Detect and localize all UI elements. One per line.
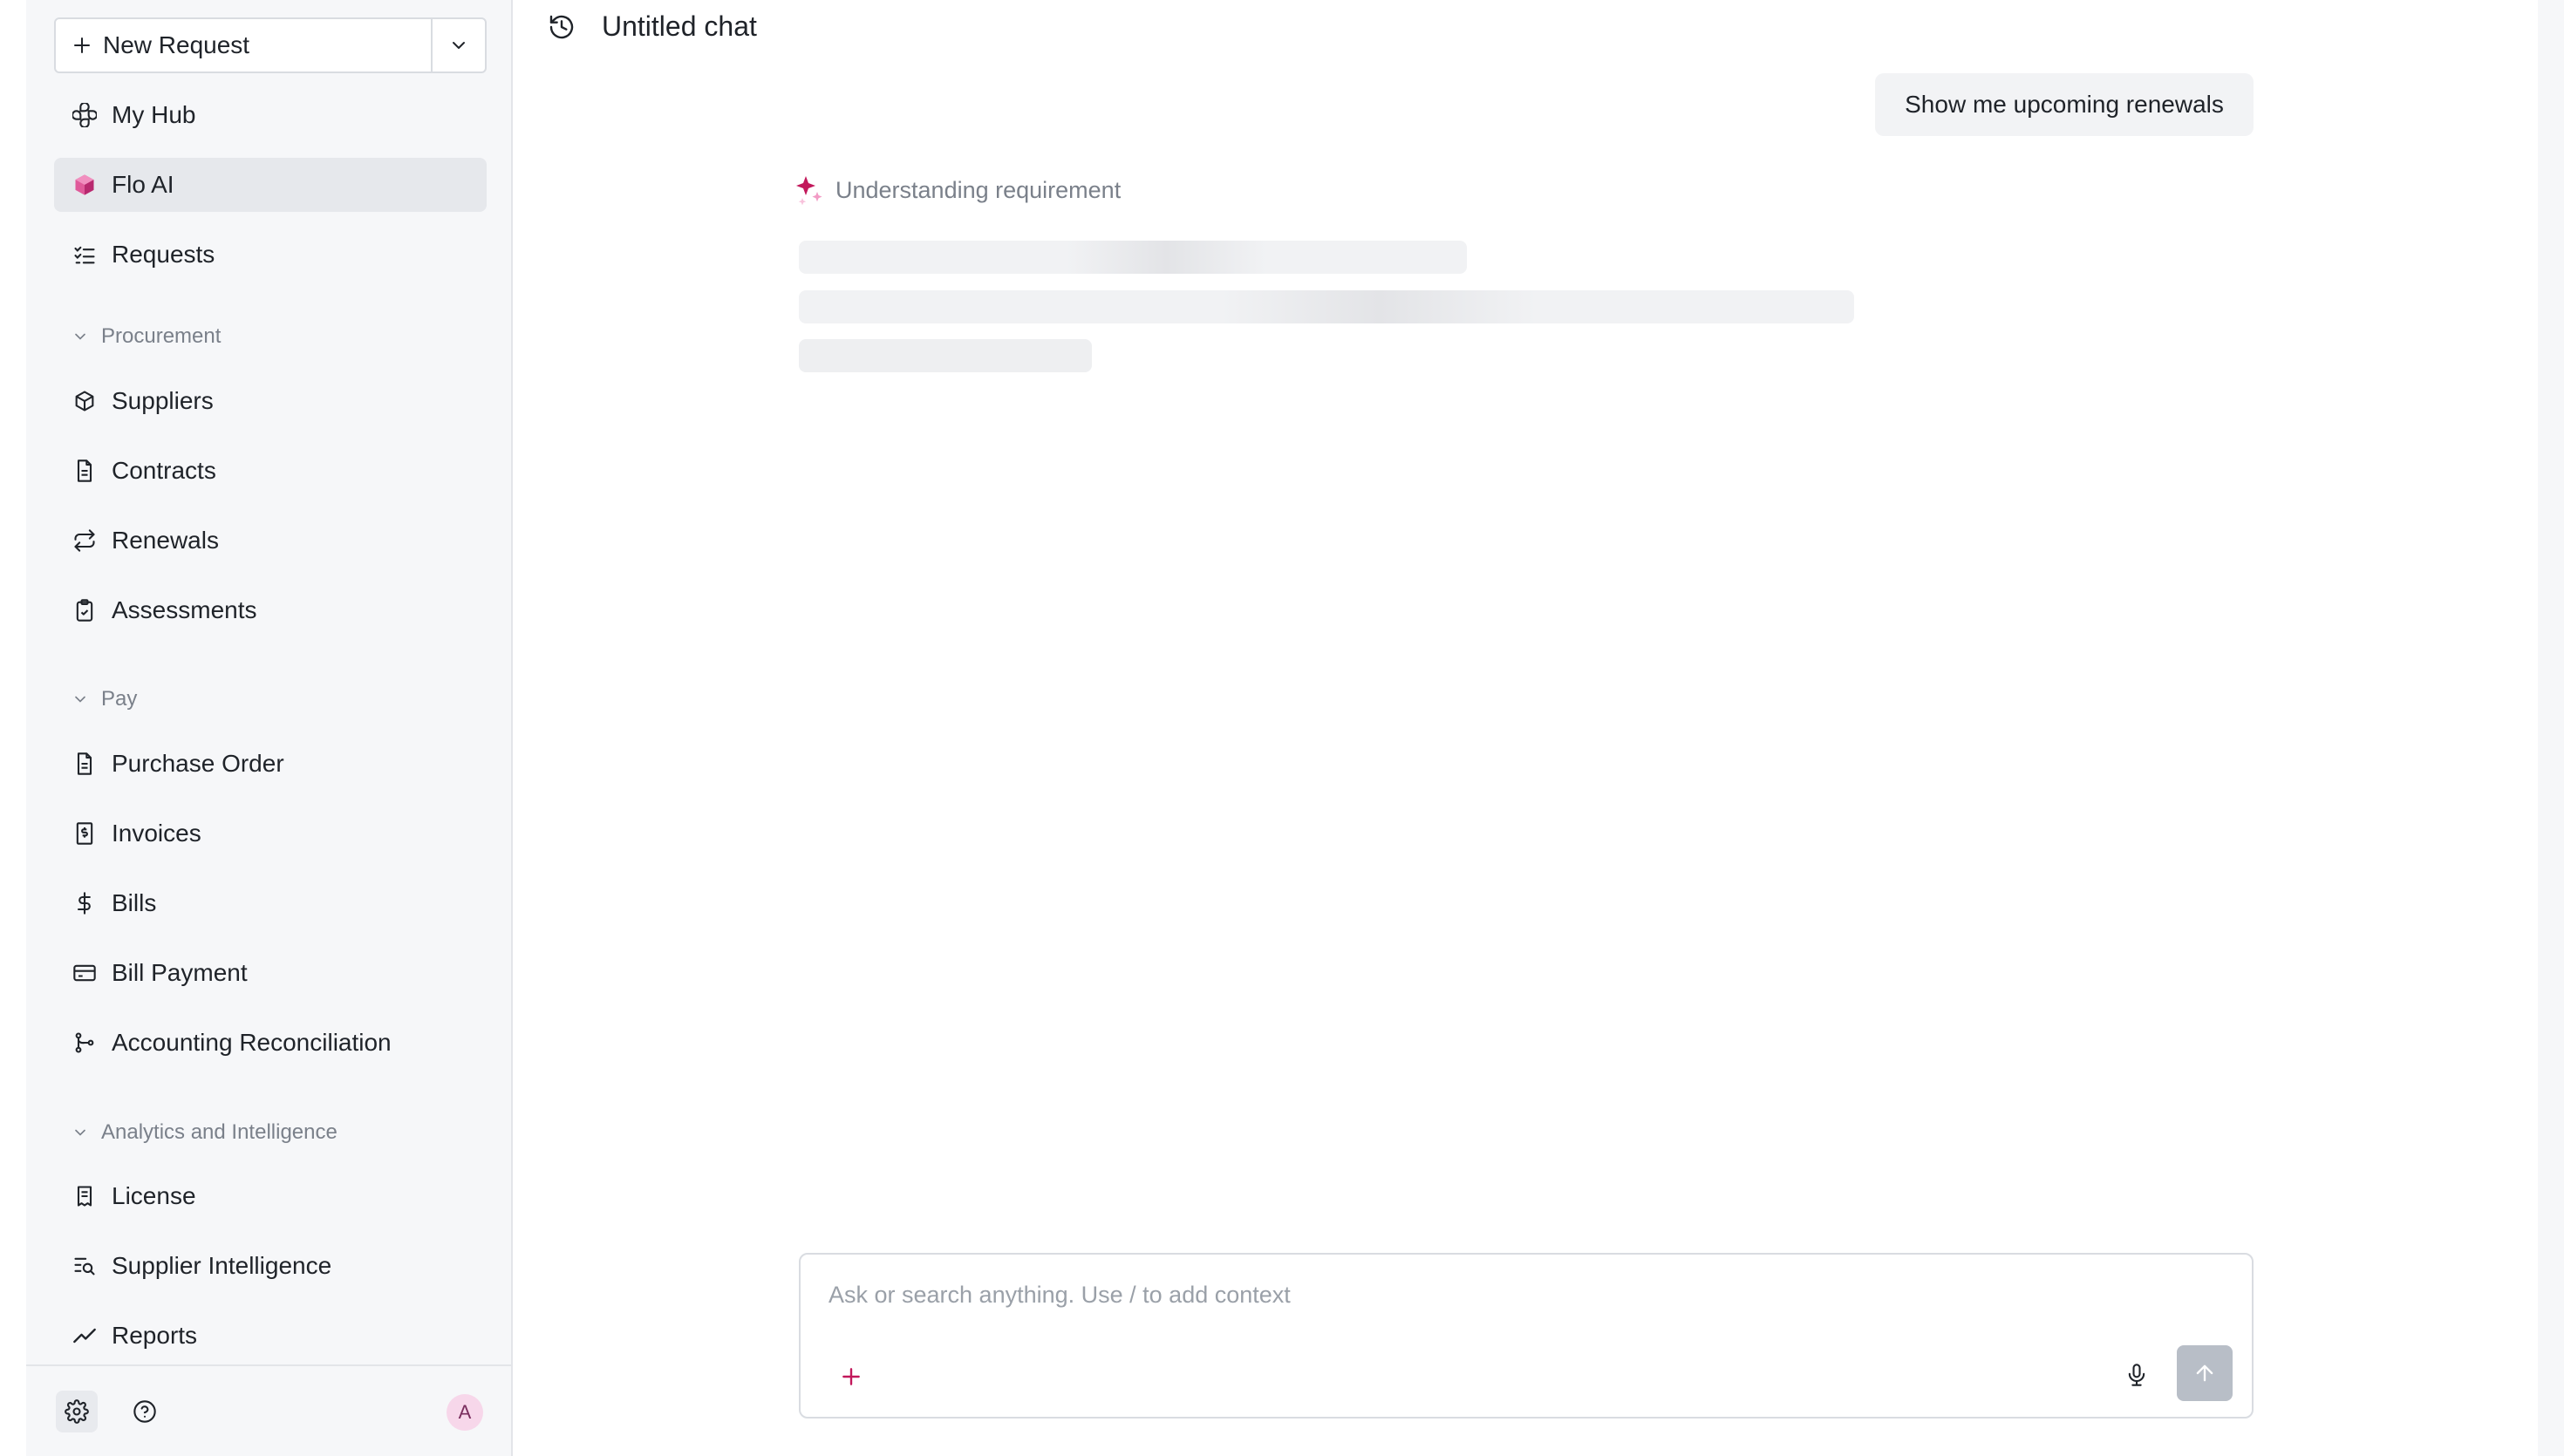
sparkle-icon (796, 176, 822, 206)
chevron-down-icon (75, 333, 85, 340)
chat-header: Untitled chat (548, 10, 757, 43)
sidebar-item-label: Assessments (112, 596, 257, 623)
history-icon (549, 15, 574, 38)
sidebar-item-label: Purchase Order (112, 750, 284, 777)
sidebar-footer: A (26, 1364, 511, 1456)
status-text: Understanding requirement (835, 176, 1122, 203)
sidebar-item-reports[interactable]: Reports (54, 1309, 487, 1363)
sidebar-item-assessments[interactable]: Assessments (54, 583, 487, 637)
assistant-status: Understanding requirement (795, 174, 1121, 206)
sidebar-item-label: Flo AI (112, 171, 174, 198)
loading-skeleton-line (799, 290, 1854, 323)
sidebar-item-requests[interactable]: Requests (54, 228, 487, 282)
microphone-icon (2128, 1364, 2145, 1386)
sidebar-item-label: Supplier Intelligence (112, 1252, 332, 1279)
sidebar-item-supplier-intelligence[interactable]: Supplier Intelligence (54, 1239, 487, 1293)
sidebar-item-my-hub[interactable]: My Hub (54, 88, 487, 142)
plus-icon (842, 1368, 860, 1385)
new-request-button[interactable]: New Request (56, 19, 431, 71)
window-left-edge (0, 0, 26, 1456)
section-title: Analytics and Intelligence (101, 1120, 338, 1144)
loading-skeleton-line (799, 241, 1467, 274)
section-title: Procurement (101, 324, 222, 348)
sidebar-item-accounting-reconciliation[interactable]: Accounting Reconciliation (54, 1016, 487, 1070)
dollar-icon (72, 890, 98, 916)
settings-button[interactable] (56, 1391, 98, 1432)
user-message-bubble: Show me upcoming renewals (1875, 73, 2254, 136)
help-circle-icon (133, 1400, 156, 1423)
sidebar-item-renewals[interactable]: Renewals (54, 514, 487, 568)
section-procurement-toggle[interactable]: Procurement (72, 324, 221, 349)
send-button[interactable] (2177, 1345, 2233, 1401)
license-icon (72, 1183, 98, 1209)
plus-icon (74, 37, 90, 53)
gear-icon (65, 1399, 89, 1424)
document-icon (72, 751, 98, 777)
section-title: Pay (101, 687, 138, 711)
sidebar-item-contracts[interactable]: Contracts (54, 444, 487, 498)
sidebar-item-license[interactable]: License (54, 1169, 487, 1223)
loading-skeleton-line (799, 339, 1092, 372)
repeat-icon (72, 527, 98, 554)
sidebar-item-label: Reports (112, 1322, 198, 1349)
trend-icon (72, 1323, 98, 1349)
clipboard-check-icon (72, 597, 98, 623)
new-request-dropdown-button[interactable] (433, 19, 485, 71)
section-analytics-toggle[interactable]: Analytics and Intelligence (72, 1120, 338, 1145)
sidebar-item-bill-payment[interactable]: Bill Payment (54, 946, 487, 1000)
box-icon (72, 388, 98, 414)
sidebar-item-label: Requests (112, 241, 215, 268)
sidebar-item-label: Bill Payment (112, 959, 248, 986)
window-right-edge (2538, 0, 2564, 1456)
list-checks-icon (72, 242, 98, 268)
voice-input-button[interactable] (2117, 1356, 2156, 1394)
help-button[interactable] (124, 1391, 166, 1432)
git-branch-icon (72, 1030, 98, 1056)
chat-input[interactable] (827, 1274, 2138, 1316)
sidebar-item-invoices[interactable]: Invoices (54, 806, 487, 861)
flo-ai-logo-icon (72, 172, 98, 198)
sidebar-item-label: Accounting Reconciliation (112, 1029, 392, 1056)
sidebar-item-purchase-order[interactable]: Purchase Order (54, 737, 487, 791)
document-icon (72, 458, 98, 484)
chevron-down-icon (75, 1129, 85, 1136)
history-button[interactable] (548, 13, 576, 41)
section-pay-toggle[interactable]: Pay (72, 687, 137, 711)
arrow-up-icon (2196, 1364, 2213, 1382)
credit-card-icon (72, 960, 98, 986)
sidebar: New Request My Hub Flo AI Requests Procu… (26, 0, 513, 1456)
chevron-down-icon (453, 42, 465, 49)
sidebar-item-label: Renewals (112, 527, 219, 554)
chat-title: Untitled chat (602, 10, 757, 42)
sidebar-item-label: Invoices (112, 820, 201, 847)
add-attachment-button[interactable] (834, 1359, 869, 1394)
sidebar-item-flo-ai[interactable]: Flo AI (54, 158, 487, 212)
hub-icon (72, 102, 98, 128)
sidebar-item-bills[interactable]: Bills (54, 876, 487, 930)
chat-composer (799, 1253, 2254, 1419)
chevron-down-icon (75, 696, 85, 703)
new-request-label: New Request (103, 31, 250, 58)
sidebar-item-label: License (112, 1182, 196, 1209)
sidebar-item-suppliers[interactable]: Suppliers (54, 374, 487, 428)
receipt-icon (72, 820, 98, 847)
sidebar-item-label: Suppliers (112, 387, 214, 414)
avatar[interactable]: A (447, 1394, 483, 1431)
sidebar-item-label: Bills (112, 889, 157, 916)
sidebar-item-label: My Hub (112, 101, 196, 128)
sidebar-item-label: Contracts (112, 457, 216, 484)
search-list-icon (72, 1253, 98, 1279)
new-request-split-button: New Request (54, 17, 487, 73)
